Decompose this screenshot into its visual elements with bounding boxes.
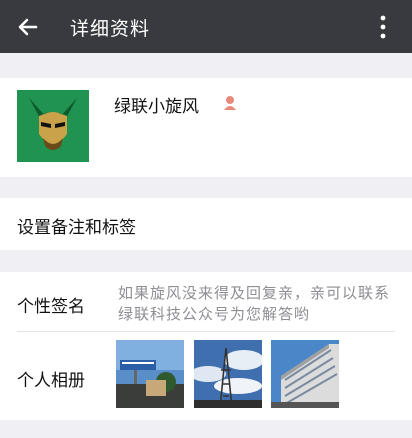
back-arrow-icon[interactable] — [14, 13, 42, 41]
signature-text: 如果旋风没来得及回复亲，亲可以联系绿联科技公众号为您解答哟 — [118, 284, 391, 323]
row-divider — [17, 331, 395, 332]
album-photo-1[interactable] — [116, 340, 184, 408]
album-photo-3[interactable] — [271, 340, 339, 408]
signature-label: 个性签名 — [17, 297, 85, 317]
nickname: 绿联小旋风 — [114, 97, 199, 117]
page-title: 详细资料 — [70, 18, 151, 40]
profile-card — [0, 78, 412, 177]
album-label: 个人相册 — [17, 371, 85, 391]
remark-tags-row[interactable]: 设置备注和标签 — [0, 198, 412, 250]
album-photo-2[interactable] — [194, 340, 262, 408]
avatar[interactable] — [17, 90, 89, 162]
remark-tags-label: 设置备注和标签 — [17, 218, 136, 238]
female-gender-icon — [224, 96, 236, 110]
more-options-icon[interactable] — [374, 12, 392, 42]
top-bar: 详细资料 — [0, 0, 412, 53]
